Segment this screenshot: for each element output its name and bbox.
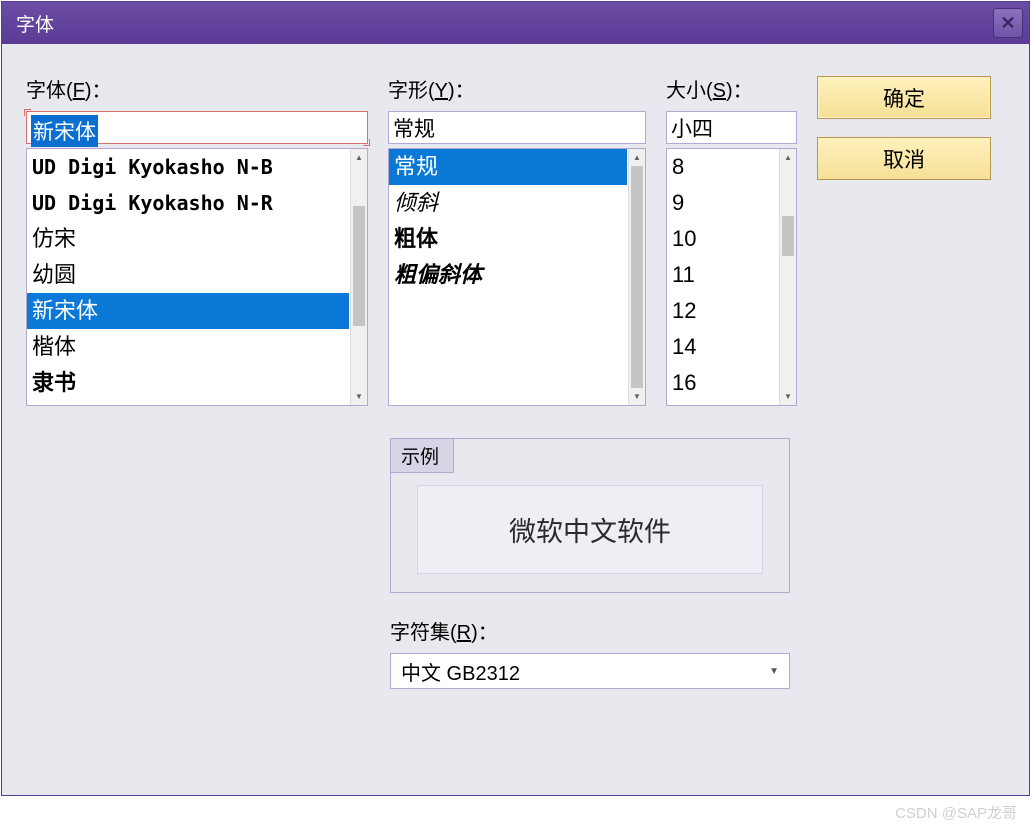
font-input[interactable]: 新宋体 <box>27 112 367 143</box>
dialog-content: 字体(F)： 新宋体 UD Digi Kyokasho N-B UD Digi … <box>2 44 1029 426</box>
style-scrollbar[interactable]: ▲ ▼ <box>628 149 645 405</box>
list-item[interactable]: 粗体 <box>389 221 627 257</box>
sample-group: 示例 微软中文软件 <box>390 438 790 593</box>
cancel-button[interactable]: 取消 <box>817 137 991 180</box>
list-item[interactable]: 18 <box>667 401 778 405</box>
charset-dropdown[interactable]: 中文 GB2312 ▼ <box>390 653 790 689</box>
scroll-thumb[interactable] <box>353 206 365 326</box>
sample-preview: 微软中文软件 <box>417 485 763 574</box>
charset-label: 字符集(R)： <box>390 616 790 645</box>
close-button[interactable]: ✕ <box>993 8 1023 38</box>
scroll-up-icon[interactable]: ▲ <box>351 149 367 166</box>
font-input-selection: 新宋体 <box>31 115 98 147</box>
list-item[interactable]: 楷体 <box>27 329 349 365</box>
size-column: 大小(S)： 8 9 10 11 12 14 16 18 ▲ ▼ <box>666 74 797 406</box>
size-listbox[interactable]: 8 9 10 11 12 14 16 18 ▲ ▼ <box>666 148 797 406</box>
list-item[interactable]: 11 <box>667 257 778 293</box>
list-item[interactable]: 16 <box>667 365 778 401</box>
close-icon: ✕ <box>1000 13 1015 34</box>
font-dialog: 字体 ✕ 字体(F)： 新宋体 UD Digi Kyokasho N-B UD … <box>1 1 1030 796</box>
titlebar: 字体 ✕ <box>2 2 1029 44</box>
list-item[interactable]: 倾斜 <box>389 185 627 221</box>
list-item[interactable]: 仿宋 <box>27 221 349 257</box>
scroll-down-icon[interactable]: ▼ <box>351 388 367 405</box>
list-item[interactable]: 10 <box>667 221 778 257</box>
font-scrollbar[interactable]: ▲ ▼ <box>350 149 367 405</box>
scroll-down-icon[interactable]: ▼ <box>629 388 645 405</box>
size-input[interactable] <box>666 111 797 144</box>
scroll-up-icon[interactable]: ▲ <box>629 149 645 166</box>
scroll-up-icon[interactable]: ▲ <box>780 149 796 166</box>
style-column: 字形(Y)： 常规 倾斜 粗体 粗偏斜体 ▲ ▼ <box>388 74 646 406</box>
list-item[interactable]: 14 <box>667 329 778 365</box>
list-item[interactable]: 9 <box>667 185 778 221</box>
charset-value: 中文 GB2312 <box>401 657 520 686</box>
font-label: 字体(F)： <box>26 74 368 103</box>
style-listbox[interactable]: 常规 倾斜 粗体 粗偏斜体 ▲ ▼ <box>388 148 646 406</box>
style-label: 字形(Y)： <box>388 74 646 103</box>
font-column: 字体(F)： 新宋体 UD Digi Kyokasho N-B UD Digi … <box>26 74 368 406</box>
list-item[interactable]: UD Digi Kyokasho N-R <box>27 185 349 221</box>
size-scrollbar[interactable]: ▲ ▼ <box>779 149 796 405</box>
scroll-thumb[interactable] <box>631 166 643 388</box>
ok-button[interactable]: 确定 <box>817 76 991 119</box>
list-item[interactable]: 粗偏斜体 <box>389 257 627 293</box>
list-item[interactable]: 黑体 <box>27 401 349 405</box>
scroll-down-icon[interactable]: ▼ <box>780 388 796 405</box>
list-item[interactable]: 8 <box>667 149 778 185</box>
font-input-wrapper: 新宋体 <box>26 111 368 144</box>
watermark: CSDN @SAP龙哥 <box>895 802 1017 823</box>
sample-legend: 示例 <box>391 439 454 473</box>
buttons-column: 确定 取消 <box>817 74 991 406</box>
chevron-down-icon: ▼ <box>769 666 779 677</box>
list-item[interactable]: 幼圆 <box>27 257 349 293</box>
list-item[interactable]: 12 <box>667 293 778 329</box>
charset-section: 字符集(R)： 中文 GB2312 ▼ <box>390 616 790 689</box>
scroll-thumb[interactable] <box>782 216 794 256</box>
list-item[interactable]: UD Digi Kyokasho N-B <box>27 149 349 185</box>
font-listbox[interactable]: UD Digi Kyokasho N-B UD Digi Kyokasho N-… <box>26 148 368 406</box>
dialog-title: 字体 <box>16 10 54 37</box>
size-label: 大小(S)： <box>666 74 797 103</box>
style-input[interactable] <box>388 111 646 144</box>
list-item[interactable]: 隶书 <box>27 365 349 401</box>
list-item[interactable]: 新宋体 <box>27 293 349 329</box>
list-item[interactable]: 常规 <box>389 149 627 185</box>
